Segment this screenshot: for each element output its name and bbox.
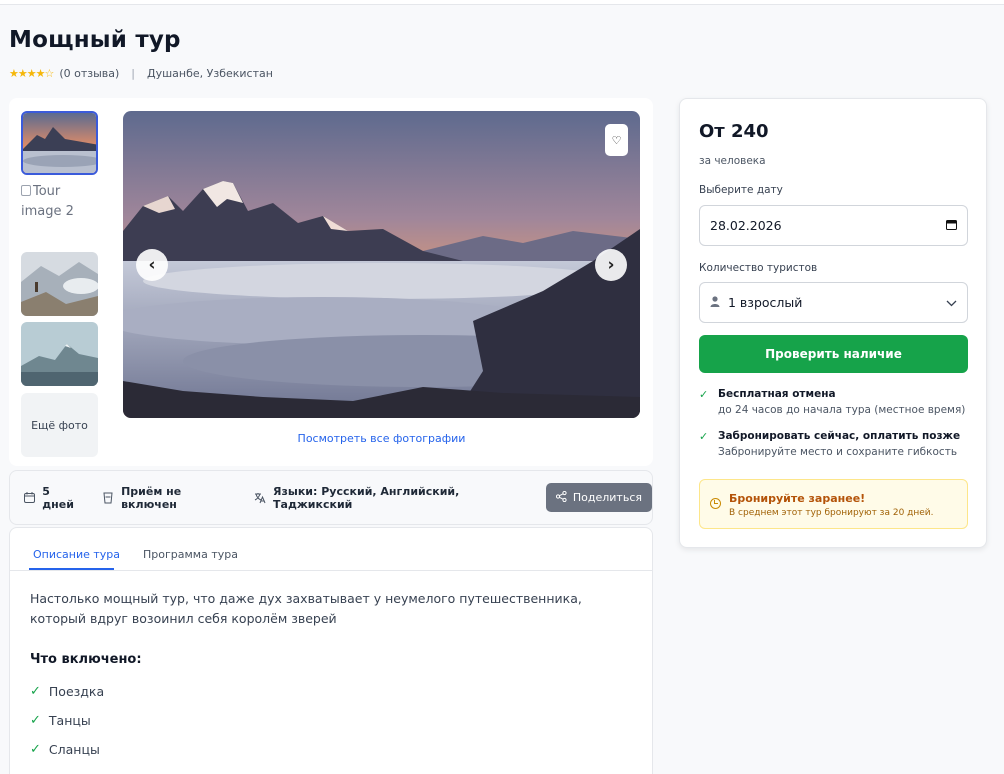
see-all-photos-link[interactable]: Посмотреть все фотографии bbox=[123, 432, 640, 445]
price-unit: за человека bbox=[699, 155, 766, 167]
chevron-left-icon: ‹ bbox=[148, 255, 156, 275]
duration-text: 5 дней bbox=[42, 484, 74, 511]
tourists-value: 1 взрослый bbox=[728, 295, 803, 310]
share-label: Поделиться bbox=[572, 491, 642, 504]
share-button[interactable]: Поделиться bbox=[545, 483, 652, 512]
included-item: ✓ Танцы bbox=[30, 713, 91, 728]
broken-image-icon bbox=[21, 185, 31, 196]
tour-meta: ★★★★☆ (0 отзыва) | Душанбе, Узбекистан bbox=[9, 67, 273, 80]
page-title: Мощный тур bbox=[9, 27, 181, 53]
included-item: ✓ Сланцы bbox=[30, 742, 100, 757]
thumbnail-3[interactable] bbox=[21, 252, 98, 316]
tab-description[interactable]: Описание тура bbox=[33, 548, 120, 561]
date-input[interactable]: 28.02.2026 bbox=[699, 205, 968, 246]
check-icon: ✓ bbox=[30, 742, 41, 757]
price: От 240 bbox=[699, 121, 769, 142]
cup-icon bbox=[103, 492, 114, 504]
prev-photo-button[interactable]: ‹ bbox=[136, 249, 168, 281]
main-photo-image bbox=[123, 111, 640, 418]
meals-info: Приём не включен bbox=[103, 485, 234, 511]
description-card: Описание тура Программа тура Настолько м… bbox=[9, 527, 653, 774]
tourists-select[interactable]: 1 взрослый bbox=[699, 282, 968, 323]
check-icon: ✓ bbox=[699, 388, 709, 401]
date-value: 28.02.2026 bbox=[710, 218, 782, 233]
feature-title: Забронировать сейчас, оплатить позже bbox=[718, 430, 961, 442]
rating-stars-icon: ★★★★☆ bbox=[9, 67, 54, 80]
next-photo-button[interactable]: › bbox=[595, 249, 627, 281]
tourists-label: Количество туристов bbox=[699, 262, 818, 274]
share-icon bbox=[555, 490, 567, 505]
languages-info: Языки: Русский, Английский, Таджикский bbox=[254, 485, 527, 511]
thumbnail-4-image bbox=[21, 322, 98, 386]
user-icon bbox=[710, 295, 720, 310]
booking-card: От 240 за человека Выберите дату 28.02.2… bbox=[679, 98, 987, 548]
chevron-down-icon bbox=[946, 296, 957, 310]
tour-info-bar: 5 дней Приём не включен Языки: Русский, … bbox=[9, 470, 653, 525]
meta-separator: | bbox=[131, 67, 136, 80]
clock-icon bbox=[710, 498, 721, 509]
calendar-icon bbox=[24, 492, 36, 504]
languages-text: Языки: Русский, Английский, Таджикский bbox=[273, 484, 460, 511]
included-item: ✓ Поездка bbox=[30, 684, 104, 699]
notice-text: В среднем этот тур бронируют за 20 дней. bbox=[729, 508, 934, 518]
check-availability-button[interactable]: Проверить наличие bbox=[699, 335, 968, 373]
feature-subtitle: Забронируйте место и сохраните гибкость bbox=[718, 446, 958, 458]
duration-info: 5 дней bbox=[24, 485, 83, 511]
thumbnail-1-image bbox=[23, 113, 96, 173]
thumbnail-3-image bbox=[21, 252, 98, 316]
heart-icon: ♡ bbox=[611, 133, 622, 147]
check-icon: ✓ bbox=[30, 713, 41, 728]
check-icon: ✓ bbox=[699, 430, 709, 443]
reviews-count[interactable]: (0 отзыва) bbox=[59, 67, 119, 80]
translate-icon bbox=[254, 492, 266, 504]
main-photo: ♡ ‹ › bbox=[123, 111, 640, 418]
included-title: Что включено: bbox=[30, 652, 142, 667]
top-bar bbox=[0, 0, 1004, 5]
photo-gallery: Tour image 2 Ещё фото ♡ ‹ › Посмотреть в… bbox=[9, 98, 653, 466]
check-icon: ✓ bbox=[30, 684, 41, 699]
thumbnail-4[interactable] bbox=[21, 322, 98, 386]
notice-title: Бронируйте заранее! bbox=[729, 492, 866, 505]
thumbnail-2-broken[interactable]: Tour image 2 bbox=[21, 182, 101, 222]
description-text: Настолько мощный тур, что даже дух захва… bbox=[30, 591, 582, 626]
included-item-label: Поездка bbox=[48, 684, 105, 699]
favorite-button[interactable]: ♡ bbox=[605, 124, 628, 156]
tab-program[interactable]: Программа тура bbox=[143, 548, 238, 561]
more-photos-button[interactable]: Ещё фото bbox=[21, 393, 98, 457]
book-early-notice: Бронируйте заранее! В среднем этот тур б… bbox=[699, 479, 968, 529]
included-item-label: Сланцы bbox=[48, 742, 100, 757]
feature-title: Бесплатная отмена bbox=[718, 388, 836, 400]
tour-location: Душанбе, Узбекистан bbox=[147, 67, 273, 80]
chevron-right-icon: › bbox=[607, 255, 615, 275]
feature-subtitle: до 24 часов до начала тура (местное врем… bbox=[718, 404, 966, 416]
calendar-icon[interactable] bbox=[946, 219, 957, 233]
date-label: Выберите дату bbox=[699, 184, 783, 196]
included-item-label: Танцы bbox=[48, 713, 91, 728]
active-tab-indicator bbox=[29, 568, 114, 570]
meals-text: Приём не включен bbox=[121, 484, 182, 511]
tabs-bar: Описание тура Программа тура bbox=[10, 528, 652, 571]
thumbnail-1[interactable] bbox=[21, 111, 98, 175]
